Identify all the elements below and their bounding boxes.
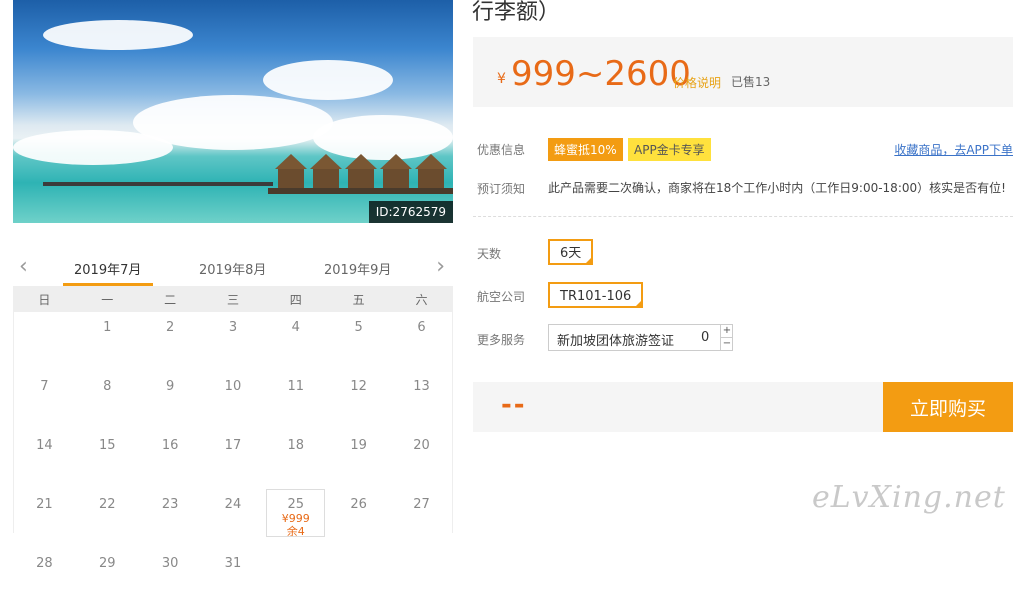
calendar-day: 16 [161,438,179,453]
calendar-day: 29 [98,556,116,571]
calendar-day: 27 [413,497,430,512]
visa-service-stepper: 新加坡团体旅游签证 0 + − [548,324,733,351]
weekday-label: 一 [75,286,139,312]
month-tab-aug[interactable]: 2019年8月 [199,259,266,278]
currency-symbol: ¥ [497,71,506,87]
calendar-day: 30 [161,556,179,571]
cloud [263,60,393,100]
calendar-week: 28 29 30 31 [13,548,453,607]
weekday-label: 四 [264,286,328,312]
calendar-day: 7 [40,379,49,394]
promo-tag-honey: 蜂蜜抵10% [548,138,623,161]
calendar-day: 20 [413,438,430,453]
price-explanation-link[interactable]: 价格说明 [673,74,721,91]
calendar-day-available[interactable]: 25 ¥999 余4 [264,489,327,548]
promo-tag-app-gold: APP金卡专享 [628,138,711,161]
cloud [43,20,193,50]
section-divider [473,216,1013,217]
favorite-app-order-link[interactable]: 收藏商品，去APP下单 [894,141,1013,158]
product-title-tail: 行李额） [472,0,561,25]
days-option-selected[interactable]: 6天 [548,239,594,265]
weekday-label: 六 [390,286,453,312]
calendar-day: 12 [350,379,367,394]
calendar-week: 1 2 3 4 5 6 [13,312,453,371]
weekday-label: 三 [201,286,265,312]
more-services-label: 更多服务 [477,333,526,347]
calendar-day: 1 [103,320,112,335]
calendar-week: 7 8 9 10 11 12 13 [13,371,453,430]
calendar-day: 2 [165,320,175,335]
promo-label: 优惠信息 [477,143,526,157]
increment-button[interactable]: + [720,325,733,338]
booking-notice-label: 预订须知 [477,182,526,196]
weekday-label: 二 [138,286,202,312]
weekday-header: 日 一 二 三 四 五 六 [13,286,453,312]
calendar-day [327,548,390,607]
calendar-day: 22 [98,497,116,512]
water-huts [268,154,453,194]
calendar-week: 21 22 23 24 25 ¥999 余4 26 27 [13,489,453,548]
calendar-day [13,312,76,371]
site-watermark: eLvXing.net [812,480,1006,515]
buy-now-button[interactable]: 立即购买 [883,382,1013,432]
sold-count: 已售13 [731,75,771,89]
calendar-day: 8 [103,379,112,394]
calendar-month-nav: ‹ 2019年7月 2019年8月 2019年9月 › [13,250,453,286]
product-photo: ID:2762579 [13,0,453,223]
calendar-grid: 日 一 二 三 四 五 六 1 2 3 4 5 6 7 8 9 10 11 12… [13,286,453,607]
cloud [13,130,173,165]
calendar-day: 31 [224,556,242,571]
month-tab-jul[interactable]: 2019年7月 [74,259,141,278]
service-quantity[interactable]: 0 [701,330,709,345]
calendar-day: 24 [224,497,242,512]
calendar-day: 26 [350,497,367,512]
calendar-day: 21 [36,497,53,512]
calendar-day: 3 [228,320,238,335]
pier [43,182,273,186]
price-range: 999~2600 [511,54,691,94]
photo-id-badge: ID:2762579 [368,201,453,223]
calendar-day: 28 [36,556,53,571]
purchase-bar: -- [473,382,883,432]
total-price: -- [501,390,527,420]
calendar-day: 23 [161,497,179,512]
airline-option-selected[interactable]: TR101-106 [548,282,644,308]
month-tab-sep[interactable]: 2019年9月 [324,259,391,278]
next-month-arrow-icon[interactable]: › [436,256,445,278]
calendar-day: 14 [36,438,53,453]
available-day-box [266,489,326,537]
calendar-day: 10 [224,379,242,394]
calendar-day: 4 [291,320,300,335]
booking-notice-text: 此产品需要二次确认，商家将在18个工作小时内（工作日9:00-18:00）核实是… [548,181,1006,195]
calendar-day [390,548,453,607]
calendar-day: 18 [287,438,305,453]
calendar-day: 11 [287,379,305,394]
calendar-right-border [452,310,453,533]
price-panel: ¥ 999~2600 价格说明 已售13 [473,37,1013,107]
days-label: 天数 [477,247,502,261]
prev-month-arrow-icon[interactable]: ‹ [19,256,28,278]
weekday-label: 日 [13,286,76,312]
calendar-day: 5 [354,320,363,335]
calendar-week: 14 15 16 17 18 19 20 [13,430,453,489]
calendar-day: 6 [417,320,426,335]
calendar-day: 15 [98,438,116,453]
weekday-label: 五 [327,286,391,312]
calendar-day: 13 [413,379,430,394]
decrement-button[interactable]: − [720,338,733,350]
calendar-day: 17 [224,438,242,453]
service-name: 新加坡团体旅游签证 [557,334,675,349]
airline-label: 航空公司 [477,290,526,304]
calendar-day [264,548,327,607]
calendar-day: 19 [350,438,367,453]
calendar-left-border [13,310,14,533]
calendar-day: 9 [165,379,175,394]
